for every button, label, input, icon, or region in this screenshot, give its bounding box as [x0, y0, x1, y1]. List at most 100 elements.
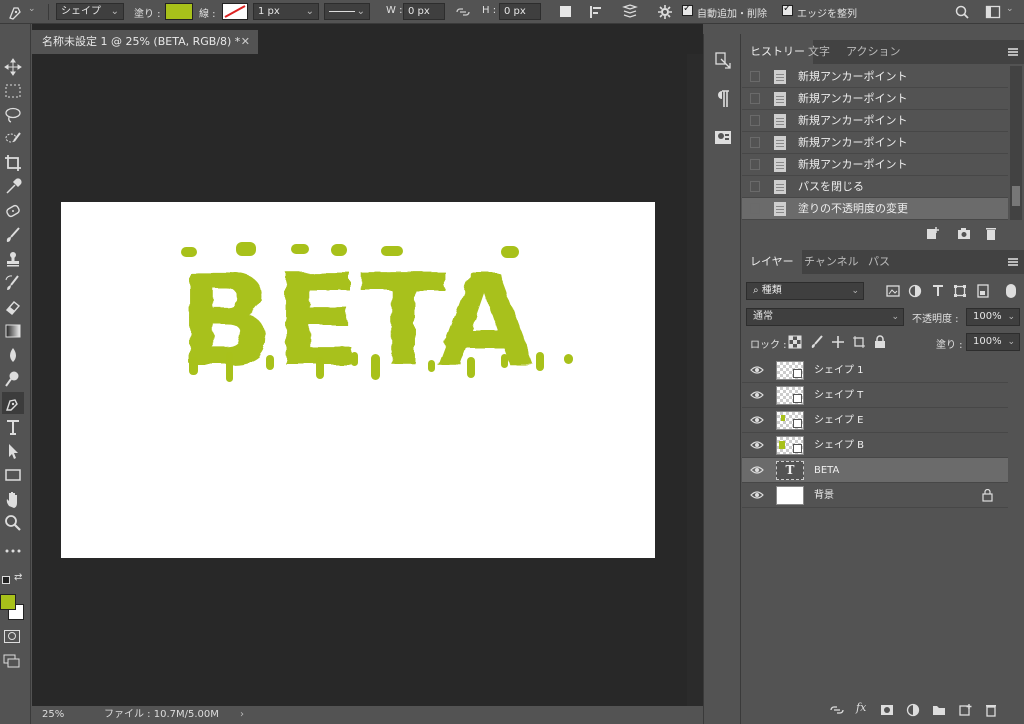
- quick-mask-icon[interactable]: [4, 630, 20, 643]
- lock-artboard-icon[interactable]: [852, 335, 866, 349]
- filter-type-layer-icon[interactable]: [931, 284, 945, 298]
- fill-opacity-field[interactable]: 100% ⌄: [966, 333, 1020, 351]
- history-item[interactable]: 新規アンカーポイント: [742, 88, 1008, 110]
- move-tool-icon[interactable]: [2, 56, 24, 78]
- pen-tool-button-icon[interactable]: [2, 392, 24, 414]
- snapshot-source-checkbox[interactable]: [750, 137, 760, 148]
- snapshot-source-checkbox[interactable]: [750, 115, 760, 126]
- healing-brush-tool-icon[interactable]: [2, 200, 24, 222]
- eye-icon[interactable]: [750, 465, 764, 475]
- snapshot-source-checkbox[interactable]: [750, 203, 760, 214]
- eye-icon[interactable]: [750, 490, 764, 500]
- height-field[interactable]: 0 px: [499, 3, 541, 20]
- eye-icon[interactable]: [750, 415, 764, 425]
- opacity-field[interactable]: 100% ⌄: [966, 308, 1020, 326]
- crop-tool-icon[interactable]: [2, 152, 24, 174]
- tab-character[interactable]: 文字: [800, 40, 838, 64]
- trash-icon[interactable]: [984, 226, 998, 240]
- zoom-level[interactable]: 25%: [42, 706, 64, 724]
- filter-shape-layer-icon[interactable]: [953, 284, 967, 298]
- stroke-color-swatch[interactable]: [222, 3, 248, 20]
- filter-adjustment-layer-icon[interactable]: [908, 284, 922, 298]
- new-document-from-state-icon[interactable]: [926, 226, 940, 240]
- tab-actions[interactable]: アクション: [838, 40, 908, 64]
- width-field[interactable]: 0 px: [403, 3, 445, 20]
- quick-selection-tool-icon[interactable]: [2, 128, 24, 150]
- path-arrangement-icon[interactable]: [620, 3, 640, 21]
- dodge-tool-icon[interactable]: [2, 368, 24, 390]
- eye-icon[interactable]: [750, 390, 764, 400]
- blend-mode-select[interactable]: 通常 ⌄: [746, 308, 904, 326]
- history-item[interactable]: 新規アンカーポイント: [742, 154, 1008, 176]
- panel-menu-icon[interactable]: [1008, 258, 1018, 266]
- marquee-tool-icon[interactable]: [2, 80, 24, 102]
- panel-menu-icon[interactable]: [1008, 48, 1018, 56]
- history-item[interactable]: 新規アンカーポイント: [742, 66, 1008, 88]
- layer-row[interactable]: 背景: [742, 483, 1008, 508]
- history-item[interactable]: 新規アンカーポイント: [742, 110, 1008, 132]
- layer-row[interactable]: シェイプ B: [742, 433, 1008, 458]
- layer-row-selected[interactable]: T BETA: [742, 458, 1008, 483]
- delete-layer-icon[interactable]: [984, 703, 998, 717]
- screen-mode-icon[interactable]: [3, 654, 20, 668]
- filter-pixel-layer-icon[interactable]: [886, 284, 900, 298]
- rectangle-tool-icon[interactable]: [2, 464, 24, 486]
- new-layer-icon[interactable]: [958, 703, 972, 717]
- vertical-scrollbar[interactable]: [687, 54, 703, 706]
- layer-row[interactable]: シェイプ E: [742, 408, 1008, 433]
- status-menu-arrow-icon[interactable]: ›: [240, 706, 244, 724]
- align-edges-checkbox[interactable]: [782, 3, 793, 16]
- layer-filter-kind-select[interactable]: ⌕ 種類 ⌄: [746, 282, 864, 300]
- libraries-panel-icon[interactable]: [712, 126, 734, 148]
- history-brush-tool-icon[interactable]: [2, 272, 24, 294]
- snapshot-source-checkbox[interactable]: [750, 71, 760, 82]
- layer-row[interactable]: シェイプ 1: [742, 358, 1008, 383]
- tab-channels[interactable]: チャンネル: [796, 250, 867, 274]
- snapshot-source-checkbox[interactable]: [750, 181, 760, 192]
- lasso-tool-icon[interactable]: [2, 104, 24, 126]
- path-operations-icon[interactable]: [560, 6, 571, 17]
- lock-image-pixels-icon[interactable]: [810, 335, 824, 349]
- workspace-chevron-icon[interactable]: ⌄: [1006, 4, 1014, 14]
- eyedropper-tool-icon[interactable]: [2, 176, 24, 198]
- workspace-icon[interactable]: [985, 4, 1001, 20]
- layer-row[interactable]: シェイプ T: [742, 383, 1008, 408]
- folder-icon[interactable]: [932, 703, 946, 717]
- stroke-style-select[interactable]: ⌄: [324, 3, 370, 20]
- default-colors-icon[interactable]: [2, 576, 10, 584]
- gradient-tool-icon[interactable]: [2, 320, 24, 342]
- pen-tool-icon[interactable]: [6, 3, 24, 21]
- history-item[interactable]: パスを閉じる: [742, 176, 1008, 198]
- swap-colors-icon[interactable]: ⇄: [14, 572, 22, 583]
- eye-icon[interactable]: [750, 440, 764, 450]
- blur-tool-icon[interactable]: [2, 344, 24, 366]
- more-tools-icon[interactable]: [2, 540, 24, 562]
- add-layer-mask-icon[interactable]: [880, 703, 894, 717]
- lock-transparent-pixels-icon[interactable]: [788, 335, 802, 349]
- canvas[interactable]: BETA: [61, 202, 655, 558]
- layer-style-fx-icon[interactable]: fx: [856, 701, 866, 714]
- filter-toggle-switch[interactable]: [1006, 284, 1016, 298]
- foreground-color-swatch[interactable]: [0, 594, 16, 610]
- gear-icon[interactable]: [657, 4, 673, 20]
- fill-color-swatch[interactable]: [165, 3, 193, 20]
- paragraph-panel-icon[interactable]: [712, 88, 734, 110]
- snapshot-source-checkbox[interactable]: [750, 159, 760, 170]
- close-icon[interactable]: ✕: [241, 30, 250, 54]
- eraser-tool-icon[interactable]: [2, 296, 24, 318]
- snapshot-source-checkbox[interactable]: [750, 93, 760, 104]
- tool-preset-chevron-icon[interactable]: ⌄: [28, 4, 36, 14]
- history-item[interactable]: 新規アンカーポイント: [742, 132, 1008, 154]
- zoom-tool-icon[interactable]: [2, 512, 24, 534]
- tab-paths[interactable]: パス: [860, 250, 898, 274]
- lock-position-icon[interactable]: [831, 335, 845, 349]
- tab-layers[interactable]: レイヤー: [742, 250, 802, 274]
- filter-smart-object-icon[interactable]: [976, 284, 990, 298]
- type-tool-icon[interactable]: [2, 416, 24, 438]
- path-alignment-icon[interactable]: [588, 4, 606, 20]
- stroke-width-field[interactable]: 1 px ⌄: [253, 3, 319, 20]
- link-icon[interactable]: [455, 5, 471, 19]
- hand-tool-icon[interactable]: [2, 488, 24, 510]
- path-selection-tool-icon[interactable]: [2, 440, 24, 462]
- camera-snapshot-icon[interactable]: [957, 226, 971, 240]
